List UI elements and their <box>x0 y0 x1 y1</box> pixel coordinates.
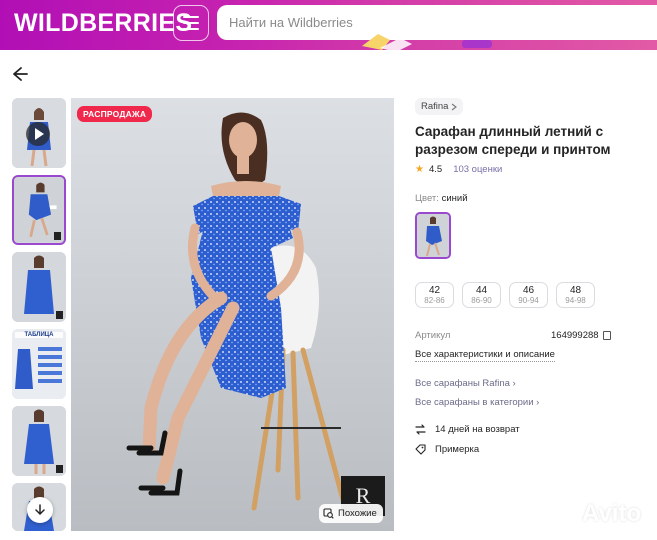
thumbnail-photo-5[interactable] <box>12 406 66 476</box>
brand-mini-icon <box>54 232 61 240</box>
menu-icon-line <box>183 16 199 18</box>
all-brand-link[interactable]: Все сарафаны Rafina › <box>415 378 657 389</box>
brand-link[interactable]: Rafina <box>415 98 464 115</box>
size-range: 94-98 <box>565 296 586 305</box>
back-arrow-icon[interactable] <box>8 64 30 84</box>
fitting-text: Примерка <box>435 444 480 455</box>
search-bar[interactable] <box>217 5 657 40</box>
arrow-down-icon <box>35 504 45 516</box>
size-range: 82-86 <box>424 296 445 305</box>
color-label-row: Цвет: синий <box>415 193 657 204</box>
avito-text: Avito <box>582 500 642 527</box>
size-range: 86-90 <box>471 296 492 305</box>
swatch-photo <box>417 214 449 257</box>
main-product-image[interactable]: РАСПРОДАЖА R Похожие <box>71 98 394 531</box>
color-value: синий <box>441 193 468 204</box>
decor-shapes <box>462 40 492 48</box>
chevron-right-icon <box>452 103 458 110</box>
brand-mini-icon <box>56 311 63 319</box>
all-category-label: Все сарафаны в категории <box>415 397 534 408</box>
return-icon <box>415 424 426 435</box>
menu-icon-line <box>183 28 199 30</box>
all-brand-label: Все сарафаны Rafina <box>415 378 510 389</box>
similar-button[interactable]: Похожие <box>319 504 383 523</box>
search-similar-icon <box>323 508 334 519</box>
size-option[interactable]: 48 94-98 <box>556 282 595 308</box>
article-value: 164999288 <box>551 330 599 341</box>
scroll-down-button[interactable] <box>27 497 53 523</box>
category-links: Все сарафаны Rafina › Все сарафаны в кат… <box>415 378 657 408</box>
copy-icon[interactable] <box>602 331 611 340</box>
tag-icon <box>415 444 426 455</box>
wildberries-logo[interactable]: WILDBERRIES <box>14 9 192 38</box>
similar-label: Похожие <box>338 508 377 519</box>
rating-row: ★ 4.5 103 оценки <box>415 164 657 175</box>
sale-badge: РАСПРОДАЖА <box>77 106 153 122</box>
thumbnail-active[interactable] <box>12 175 66 245</box>
size-range: 90-94 <box>518 296 539 305</box>
size-option[interactable]: 42 82-86 <box>415 282 454 308</box>
size-table-label: ТАБЛИЦА <box>15 332 63 338</box>
header: WILDBERRIES <box>0 0 657 50</box>
perks-list: 14 дней на возврат Примерка <box>415 424 657 455</box>
avito-logo-icon <box>554 503 576 525</box>
brand-mini-icon <box>56 465 63 473</box>
thumbnail-video[interactable] <box>12 98 66 168</box>
article-row: Артикул 164999288 <box>415 330 657 341</box>
thumbnail-photo-3[interactable] <box>12 252 66 322</box>
menu-icon-line <box>183 22 199 24</box>
brand-name: Rafina <box>421 101 449 112</box>
size-option[interactable]: 46 90-94 <box>509 282 548 308</box>
size-option[interactable]: 44 86-90 <box>462 282 501 308</box>
product-title: Сарафан длинный летний с разрезом сперед… <box>415 124 611 157</box>
all-specs-link[interactable]: Все характеристики и описание <box>415 349 555 362</box>
star-icon: ★ <box>415 164 424 175</box>
article-label: Артикул <box>415 330 451 341</box>
rating-value: 4.5 <box>428 164 443 175</box>
size-number: 48 <box>569 285 582 296</box>
size-number: 44 <box>475 285 488 296</box>
product-info: Rafina Сарафан длинный летний с разрезом… <box>415 96 657 455</box>
menu-button[interactable] <box>173 5 209 41</box>
avito-watermark: Avito <box>552 500 641 528</box>
thumbnail-photo <box>12 329 66 399</box>
size-number: 46 <box>522 285 535 296</box>
decor-shapes <box>362 34 412 50</box>
color-swatch[interactable] <box>415 212 451 259</box>
perk-fitting: Примерка <box>415 444 657 455</box>
size-selector: 42 82-86 44 86-90 46 90-94 48 94-98 <box>415 282 657 308</box>
thumbnail-size-table[interactable]: ТАБЛИЦА <box>12 329 66 399</box>
perk-return: 14 дней на возврат <box>415 424 657 435</box>
product-photo <box>71 98 394 531</box>
color-label: Цвет: <box>415 193 439 204</box>
all-category-link[interactable]: Все сарафаны в категории › <box>415 397 657 408</box>
size-number: 42 <box>428 285 441 296</box>
play-icon <box>26 122 50 146</box>
reviews-link[interactable]: 103 оценки <box>453 164 502 175</box>
search-input[interactable] <box>217 5 657 40</box>
return-text: 14 дней на возврат <box>435 424 520 435</box>
